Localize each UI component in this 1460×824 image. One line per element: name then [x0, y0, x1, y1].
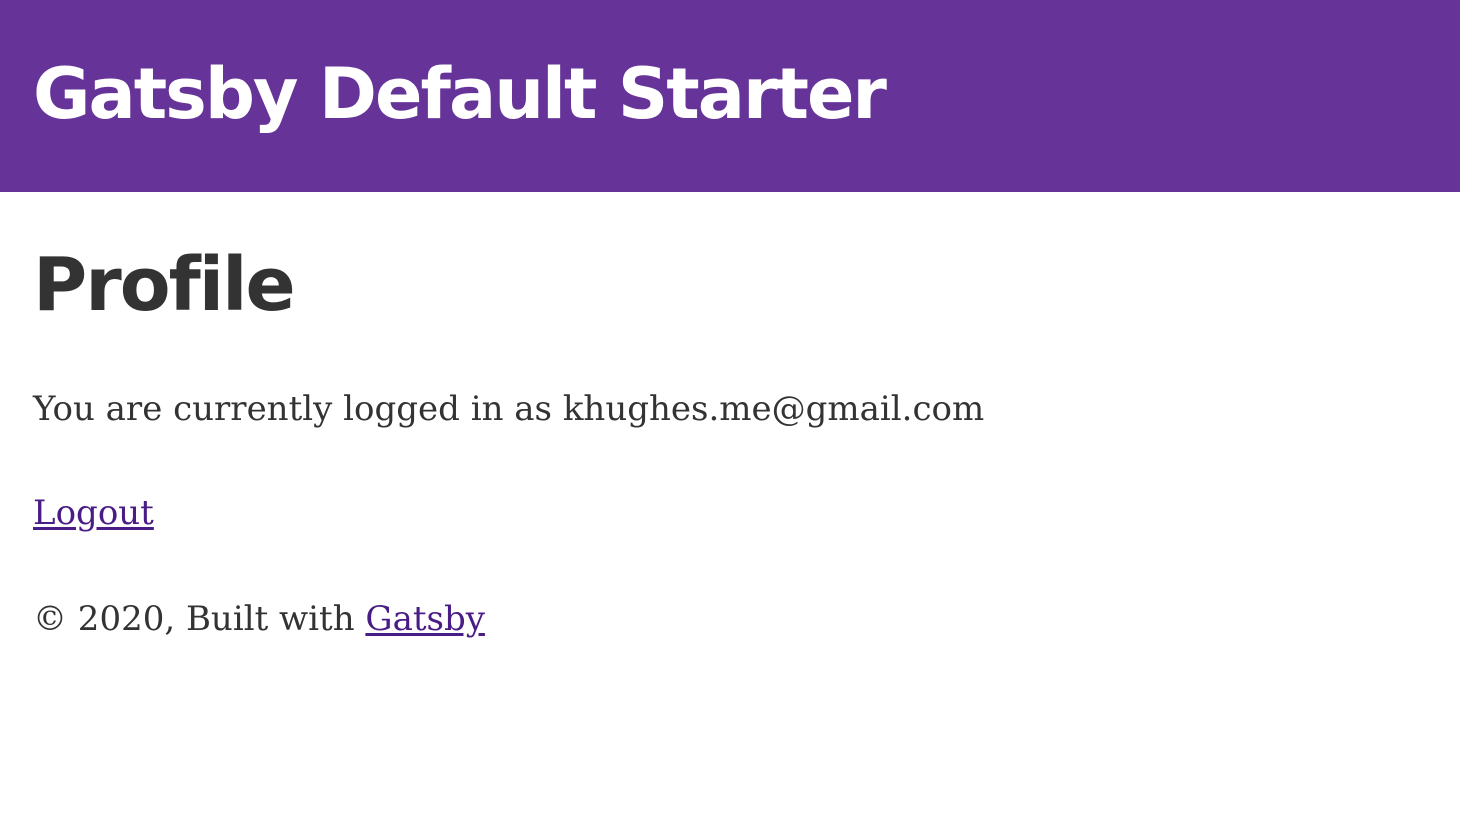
logout-container: Logout	[33, 496, 154, 530]
user-email: khughes.me@gmail.com	[562, 389, 985, 429]
site-title-link[interactable]: Gatsby Default Starter	[33, 59, 887, 129]
site-header: Gatsby Default Starter	[0, 0, 1460, 192]
gatsby-link[interactable]: Gatsby	[365, 599, 485, 639]
logout-link[interactable]: Logout	[33, 493, 154, 533]
copyright-text: © 2020, Built with	[33, 599, 366, 639]
page-title: Profile	[33, 242, 296, 328]
site-footer: © 2020, Built with Gatsby	[33, 602, 485, 636]
logged-in-message: You are currently logged in as khughes.m…	[33, 392, 984, 426]
logged-in-prefix: You are currently logged in as	[33, 389, 563, 429]
